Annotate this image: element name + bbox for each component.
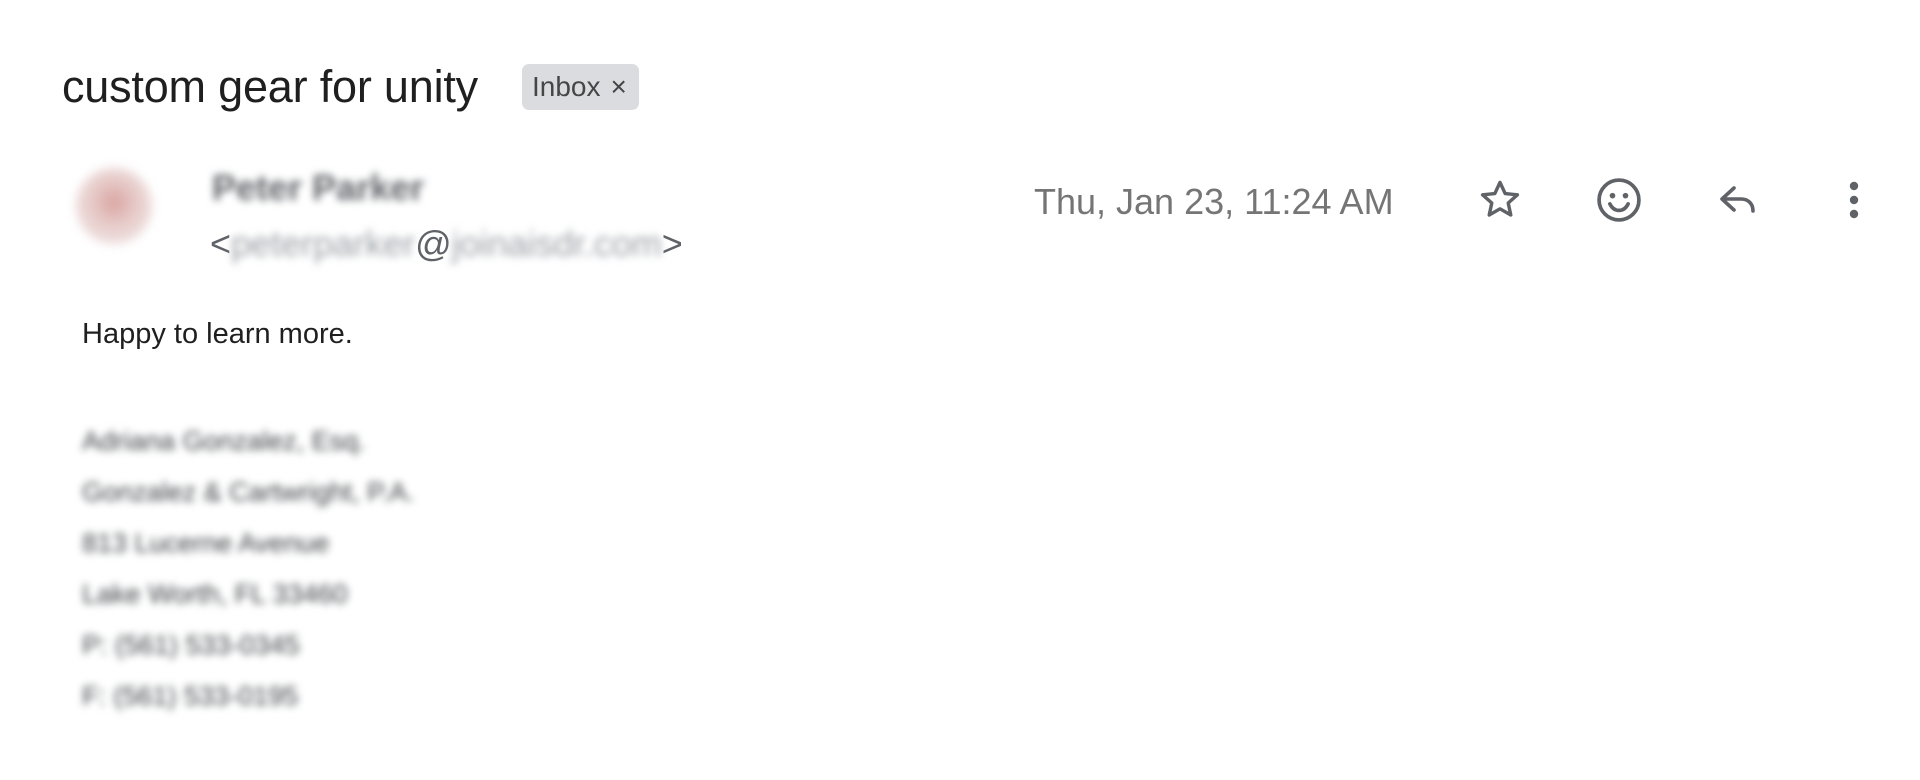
signature-line: Gonzalez & Cartwright, P.A. bbox=[82, 477, 415, 507]
email-signature: Adriana Gonzalez, Esq. Gonzalez & Cartwr… bbox=[82, 416, 415, 722]
star-icon bbox=[1480, 180, 1520, 217]
email-bracket-close: > bbox=[661, 223, 683, 264]
signature-line: Adriana Gonzalez, Esq. bbox=[82, 426, 366, 456]
more-options-button[interactable] bbox=[1822, 168, 1886, 232]
email-view: custom gear for unity Inbox × Peter Park… bbox=[0, 0, 1920, 780]
signature-line: P: (561) 533-0345 bbox=[82, 630, 300, 660]
label-chip-inbox[interactable]: Inbox × bbox=[521, 64, 639, 110]
reply-button[interactable] bbox=[1706, 168, 1770, 232]
sender-name[interactable]: Peter Parker bbox=[212, 166, 424, 210]
emoji-icon bbox=[1597, 178, 1641, 222]
reply-icon bbox=[1720, 186, 1755, 213]
subject-row: custom gear for unity Inbox × bbox=[62, 58, 639, 116]
signature-line: F: (561) 533-0195 bbox=[82, 681, 299, 711]
avatar[interactable] bbox=[76, 168, 152, 244]
more-vert-icon bbox=[1849, 181, 1859, 219]
sender-email: <peterparker@joinaisdr.com> bbox=[210, 222, 683, 266]
signature-line: Lake Worth, FL 33460 bbox=[82, 579, 348, 609]
email-date[interactable]: Thu, Jan 23, 11:24 AM bbox=[1034, 180, 1394, 224]
star-button[interactable] bbox=[1468, 168, 1532, 232]
label-chip-text: Inbox bbox=[531, 71, 601, 102]
emoji-reaction-button[interactable] bbox=[1587, 168, 1651, 232]
email-subject: custom gear for unity bbox=[62, 61, 478, 112]
email-at-sign: @ bbox=[415, 223, 452, 264]
remove-label-icon[interactable]: × bbox=[610, 73, 626, 101]
signature-line: 813 Lucerne Avenue bbox=[82, 528, 330, 558]
email-domain: joinaisdr.com bbox=[451, 223, 662, 264]
email-body-text: Happy to learn more. bbox=[82, 318, 353, 350]
email-local-part: peterparker bbox=[231, 223, 416, 264]
email-bracket-open: < bbox=[210, 223, 232, 264]
